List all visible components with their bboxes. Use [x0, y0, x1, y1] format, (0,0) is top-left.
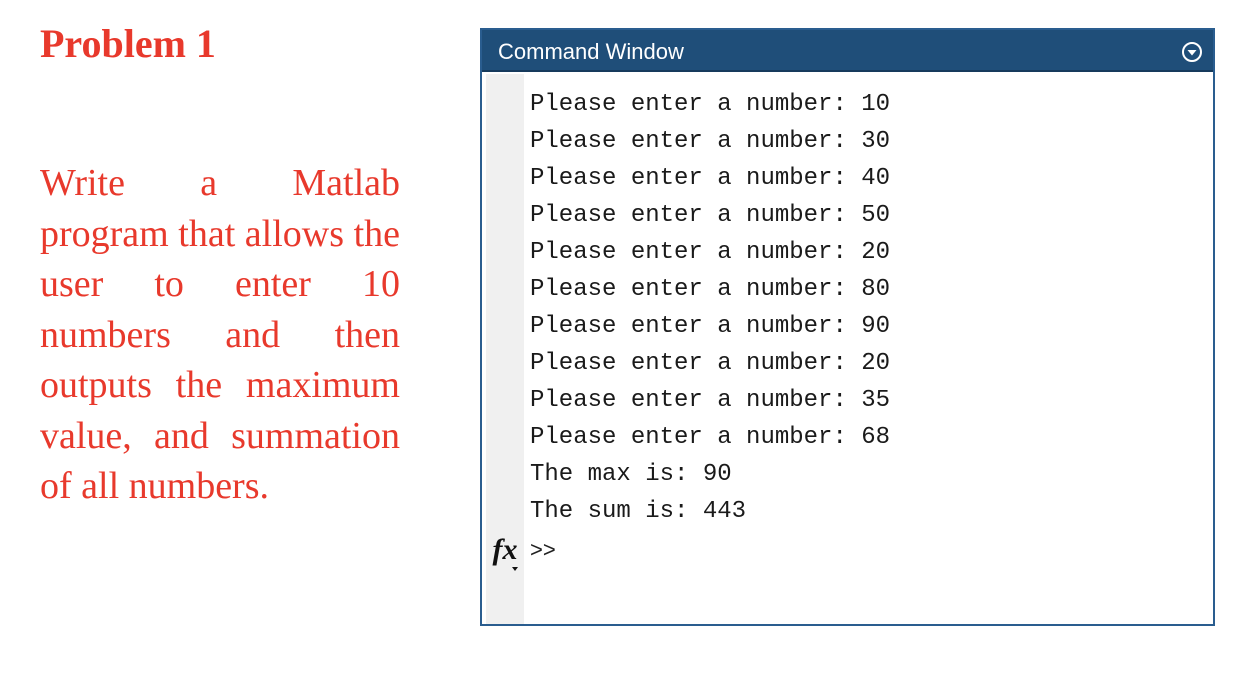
problem-title: Problem 1	[40, 21, 216, 66]
output-line: The sum is: 443	[530, 498, 747, 525]
output-line: Please enter a number: 90	[530, 313, 891, 340]
prompt-row: fx >>	[486, 530, 556, 571]
circle-chevron-down-icon[interactable]	[1181, 41, 1203, 63]
output-line: Please enter a number: 30	[530, 128, 891, 155]
output-line: Please enter a number: 68	[530, 424, 891, 451]
output-line: Please enter a number: 50	[530, 202, 891, 229]
output-line: Please enter a number: 35	[530, 387, 891, 414]
command-output: Please enter a number: 10 Please enter a …	[530, 86, 890, 530]
command-window: Command Window Please enter a number: 10…	[480, 28, 1215, 626]
problem-description: Write a Matlab program that allows the u…	[40, 162, 400, 507]
output-line: Please enter a number: 20	[530, 239, 891, 266]
output-line: Please enter a number: 40	[530, 165, 891, 192]
command-window-title: Command Window	[498, 39, 684, 64]
output-line: Please enter a number: 80	[530, 276, 891, 303]
command-input[interactable]	[572, 536, 1196, 566]
output-line: Please enter a number: 20	[530, 350, 891, 377]
command-prompt: >>	[530, 537, 556, 562]
command-window-header: Command Window	[482, 30, 1213, 72]
output-line: Please enter a number: 10	[530, 91, 891, 118]
fx-icon[interactable]: fx	[486, 535, 524, 571]
output-line: The max is: 90	[530, 461, 732, 488]
